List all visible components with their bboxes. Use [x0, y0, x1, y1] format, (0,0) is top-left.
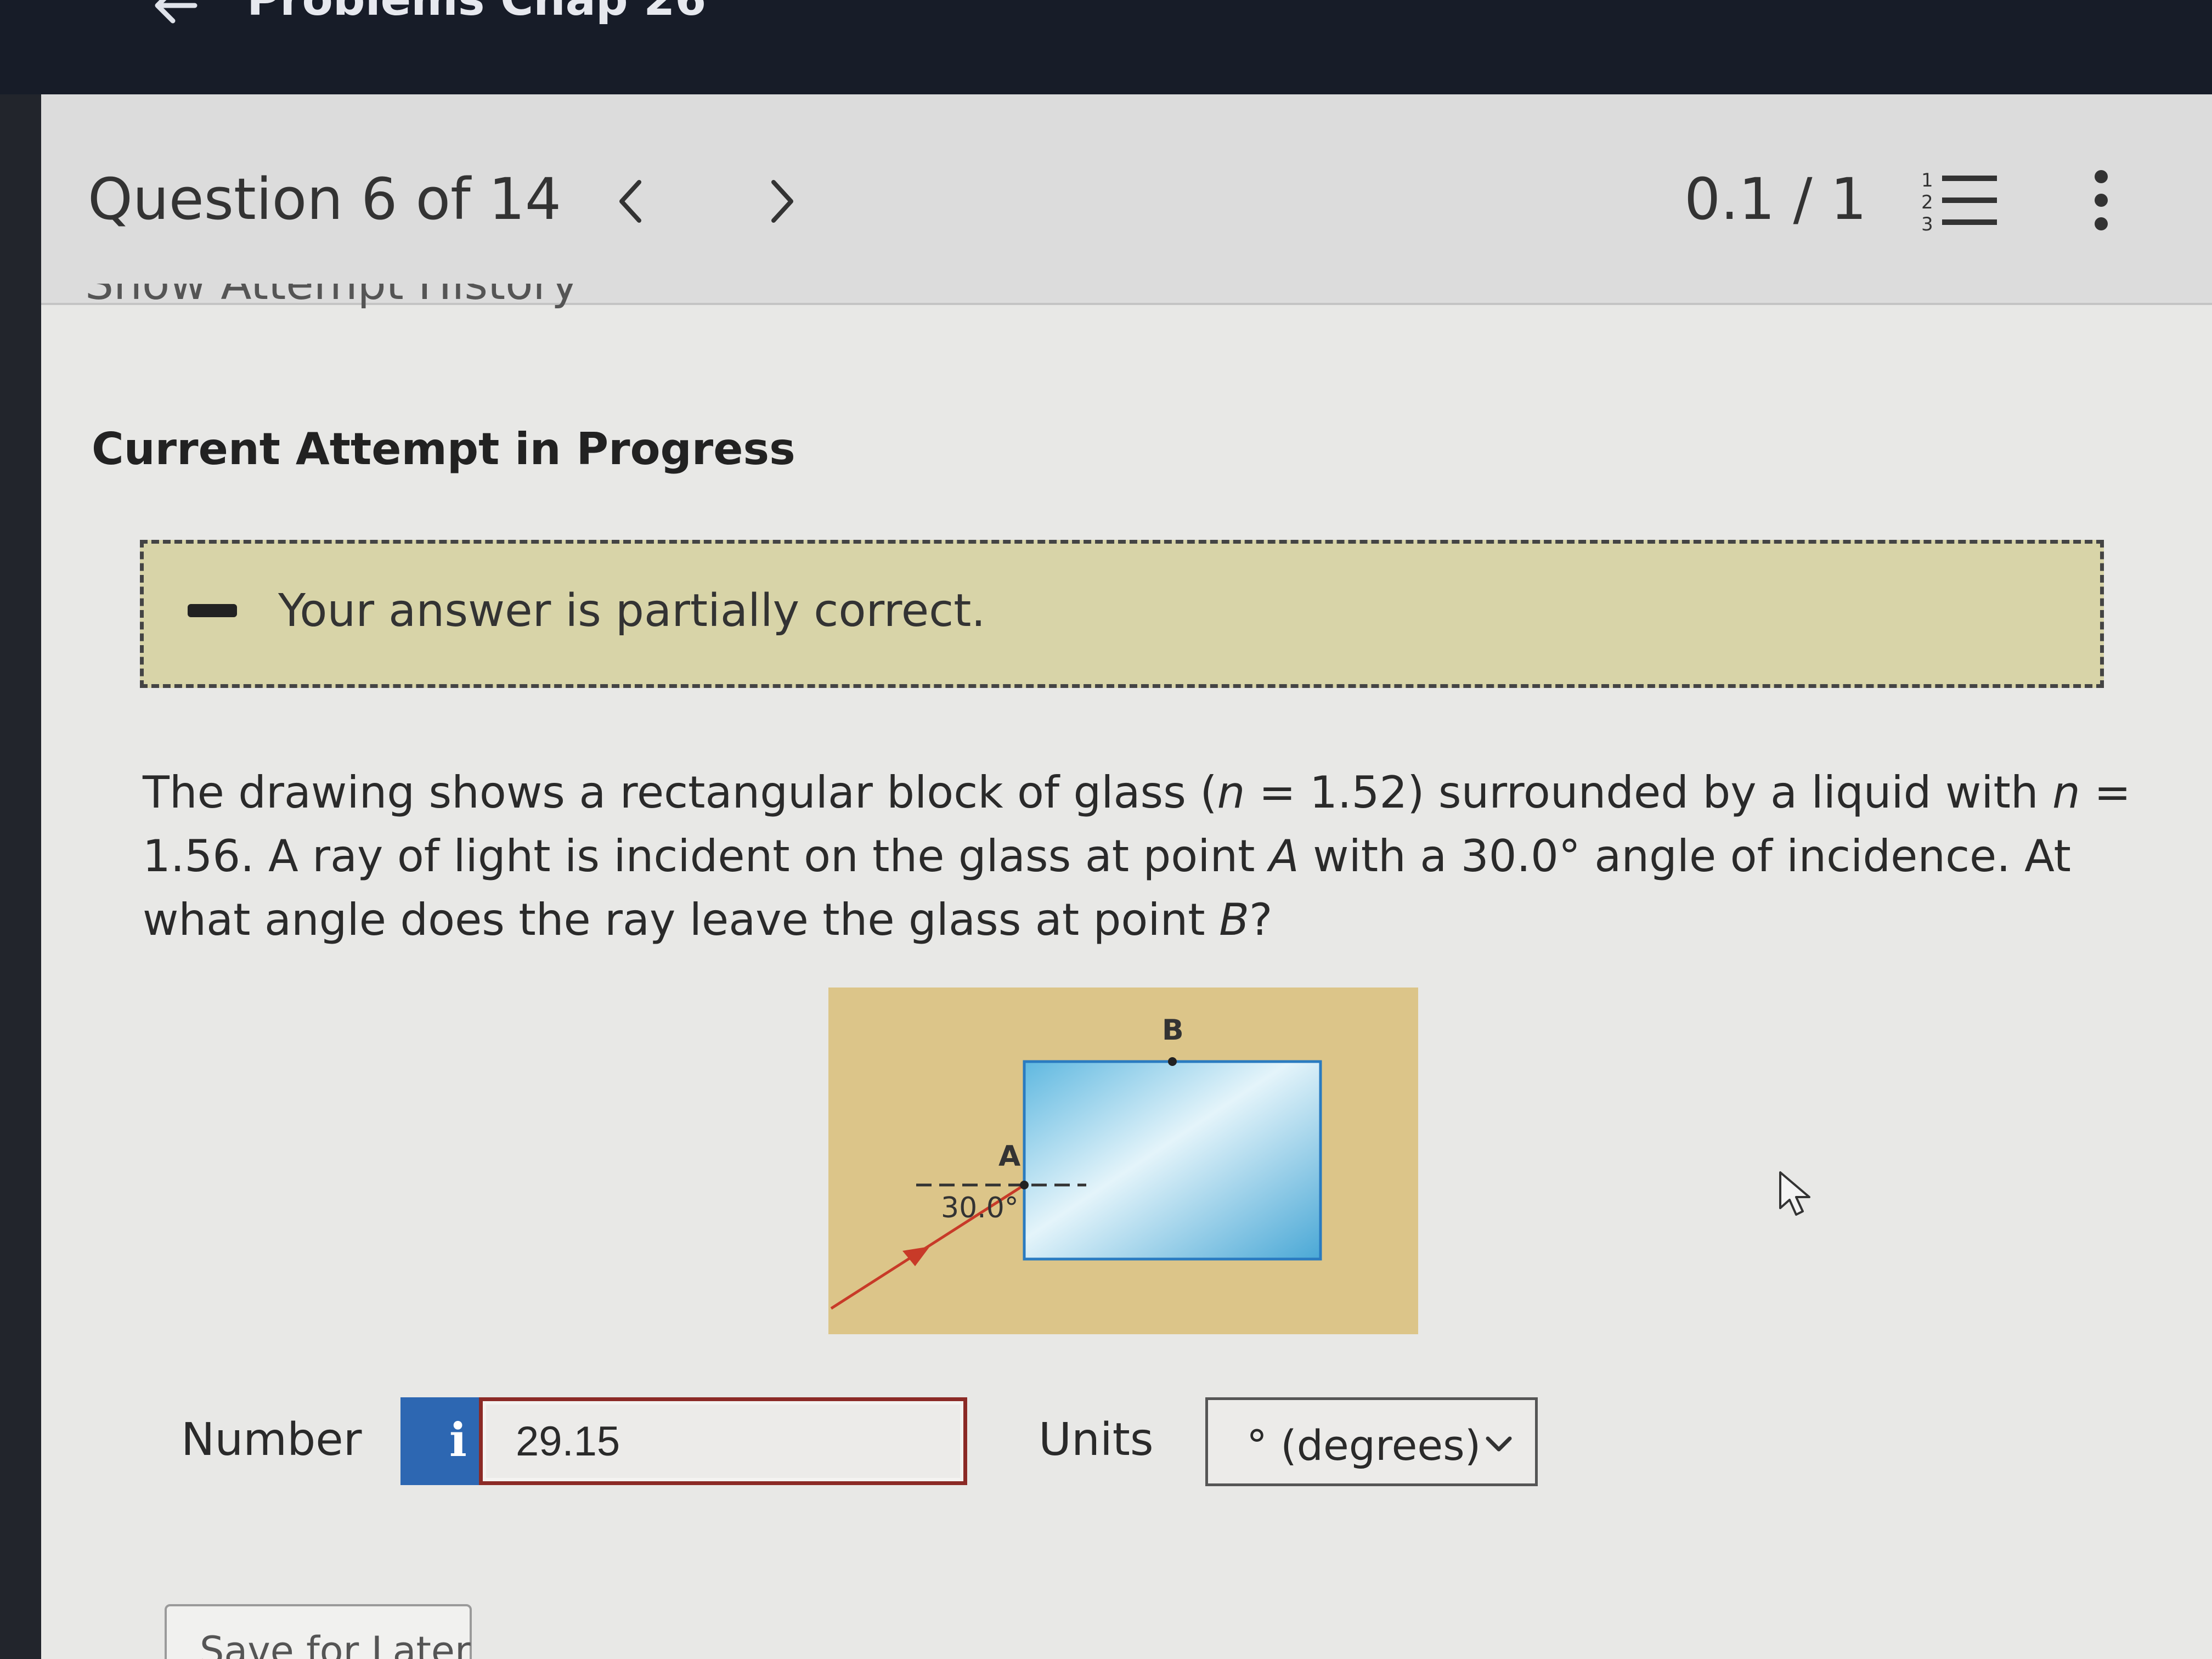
previous-question-icon[interactable] [601, 171, 661, 232]
partial-correct-icon [188, 604, 237, 617]
point-a-label: A [998, 1140, 1021, 1173]
point-b-label: B [1162, 1014, 1184, 1047]
svg-text:1: 1 [1921, 170, 1933, 191]
assignment-title: Problems Chap 26 [247, 0, 706, 26]
units-label: Units [1039, 1414, 1154, 1466]
attempt-heading: Current Attempt in Progress [92, 424, 795, 475]
diagram-drawing [828, 988, 1418, 1334]
save-for-later-button[interactable]: Save for Later [165, 1604, 472, 1659]
svg-text:2: 2 [1921, 191, 1933, 213]
more-options-icon[interactable] [2082, 166, 2120, 237]
number-input[interactable] [479, 1397, 967, 1485]
units-select[interactable]: ° (degrees) [1205, 1397, 1538, 1486]
refraction-diagram: 30.0° A B [828, 988, 1418, 1334]
point-b-marker [1168, 1057, 1177, 1066]
feedback-banner: Your answer is partially correct. [140, 540, 2104, 688]
question-text: The drawing shows a rectangular block of… [143, 767, 2131, 945]
score-display: 0.1 / 1 [1684, 166, 1867, 233]
units-selected-value: ° (degrees) [1246, 1421, 1481, 1470]
angle-label: 30.0° [941, 1192, 1019, 1224]
back-arrow-icon[interactable] [148, 0, 203, 33]
top-bar: Problems Chap 26 [0, 0, 2212, 94]
next-question-icon[interactable] [752, 171, 812, 232]
attempt-history-link[interactable]: Show Attempt History [85, 284, 579, 333]
chevron-down-icon [1486, 1436, 1512, 1452]
question-list-icon[interactable]: 1 2 3 [1920, 166, 2002, 237]
number-label: Number [181, 1414, 362, 1466]
screen-content: Question 6 of 14 0.1 / 1 1 2 3 Show Atte… [41, 94, 2212, 1659]
glass-block [1023, 1060, 1322, 1261]
question-header: Question 6 of 14 0.1 / 1 1 2 3 [41, 94, 2212, 305]
svg-text:3: 3 [1921, 213, 1933, 235]
point-a-marker [1020, 1181, 1029, 1189]
mouse-cursor-icon [1779, 1171, 1810, 1216]
screen-bezel [0, 94, 41, 1659]
question-counter: Question 6 of 14 [88, 166, 562, 233]
feedback-message: Your answer is partially correct. [278, 585, 986, 637]
